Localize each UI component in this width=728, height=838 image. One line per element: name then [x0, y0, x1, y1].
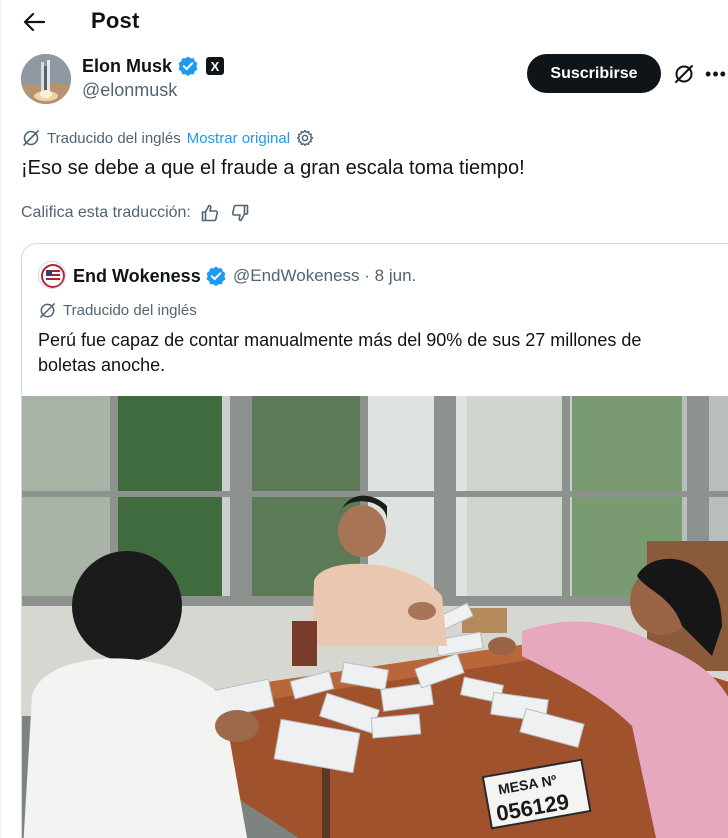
- quote-avatar[interactable]: [38, 261, 66, 289]
- page-title: Post: [91, 8, 140, 33]
- verified-badge-icon: [206, 266, 226, 287]
- author-avatar[interactable]: [21, 54, 71, 104]
- back-button[interactable]: [18, 8, 50, 36]
- quote-author-handle[interactable]: @EndWokeness · 8 jun.: [233, 266, 416, 286]
- thumbs-up-icon: [201, 204, 218, 222]
- quoted-post-card[interactable]: End Wokeness @EndWokeness · 8 jun. Tradu…: [21, 243, 728, 838]
- author-name[interactable]: Elon Musk X: [82, 55, 225, 77]
- translate-icon: [23, 130, 39, 146]
- tweet-text: ¡Eso se debe a que el fraude a gran esca…: [21, 157, 525, 179]
- quote-text: Perú fue capaz de contar manualmente más…: [38, 330, 642, 375]
- author-name-text: Elon Musk: [82, 55, 173, 76]
- verified-badge-icon: [178, 56, 198, 77]
- show-original-link[interactable]: Mostrar original: [187, 130, 290, 147]
- rate-label: Califica esta traducción:: [21, 204, 191, 221]
- top-bar: Post: [0, 0, 728, 46]
- quote-media-photo[interactable]: MESA Nº 056129: [22, 396, 728, 838]
- grok-button[interactable]: [671, 61, 697, 87]
- thumbs-down-button[interactable]: [229, 202, 251, 224]
- ballot-counting-photo: MESA Nº 056129: [22, 396, 728, 838]
- quote-translation-info: Traducido del inglés: [38, 301, 197, 320]
- gear-icon[interactable]: [296, 129, 314, 147]
- translated-label: Traducido del inglés: [47, 129, 181, 147]
- affiliate-x-badge[interactable]: X: [206, 57, 225, 75]
- quote-author-name-text: End Wokeness: [73, 265, 201, 286]
- rate-translation: Califica esta traducción:: [21, 202, 251, 224]
- quote-translated-label: Traducido del inglés: [63, 302, 197, 319]
- thumbs-down-icon: [231, 204, 249, 222]
- grok-icon: [675, 65, 693, 83]
- subscribe-button[interactable]: Suscribirse: [527, 54, 661, 93]
- thumbs-up-button[interactable]: [199, 202, 221, 224]
- avatar-image: [21, 54, 71, 104]
- arrow-left-icon: [23, 12, 45, 32]
- translation-info: Traducido del inglés Mostrar original: [21, 128, 314, 148]
- quote-avatar-image: [40, 263, 65, 288]
- more-options-button[interactable]: •••: [704, 61, 728, 87]
- translate-icon: [40, 303, 55, 318]
- author-handle[interactable]: @elonmusk: [82, 80, 177, 101]
- quote-author-name[interactable]: End Wokeness: [73, 265, 227, 287]
